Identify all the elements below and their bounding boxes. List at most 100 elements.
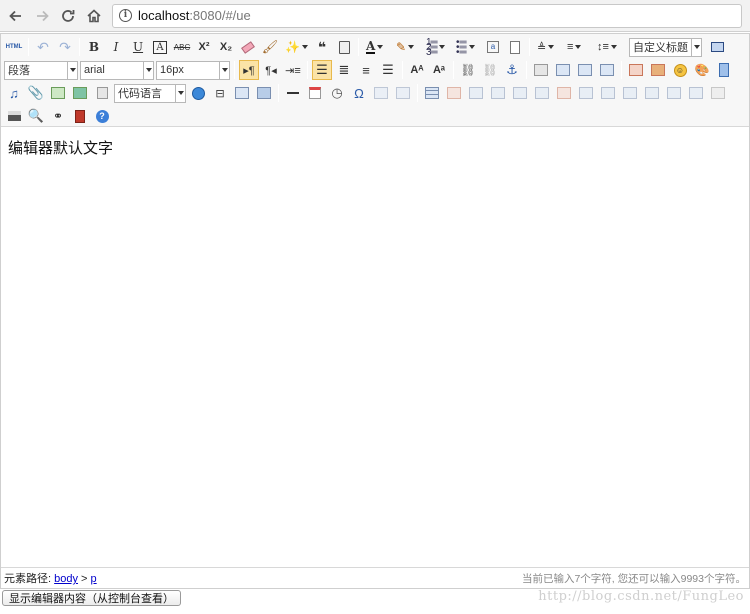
delete-col-button[interactable] xyxy=(554,83,574,103)
autotypeset-button[interactable]: ✨ xyxy=(282,37,310,57)
insert-col-button[interactable] xyxy=(532,83,552,103)
font-size-select[interactable]: 16px xyxy=(156,60,230,80)
preview-button[interactable] xyxy=(707,37,727,57)
backcolor-button[interactable]: ✎ xyxy=(393,37,421,57)
delete-row-button[interactable] xyxy=(510,83,530,103)
split-to-cells-button[interactable] xyxy=(642,83,662,103)
print-button[interactable] xyxy=(4,106,24,126)
image-center-button[interactable] xyxy=(597,60,617,80)
address-bar[interactable]: i localhost:8080/#/ue xyxy=(112,3,742,28)
select-all-button[interactable]: a xyxy=(483,37,503,57)
forecolor-button[interactable]: A xyxy=(363,37,391,57)
image-left-button[interactable] xyxy=(553,60,573,80)
eraser-button[interactable] xyxy=(238,37,258,57)
tolowercase-button[interactable]: Aᵃ xyxy=(429,60,449,80)
row-spacing-bottom-button[interactable]: ≡ xyxy=(564,37,592,57)
simple-upload-button[interactable] xyxy=(626,60,646,80)
insert-row-button[interactable] xyxy=(488,83,508,103)
webapp-button[interactable] xyxy=(92,83,112,103)
insert-frame-button[interactable] xyxy=(48,83,68,103)
font-color-icon: A xyxy=(366,38,376,54)
attachment-button[interactable]: 📎 xyxy=(26,83,46,103)
forward-button[interactable] xyxy=(30,4,54,28)
unordered-list-button[interactable]: •═ •═ •═ xyxy=(453,37,481,57)
scrawl-button[interactable]: 🎨 xyxy=(692,60,712,80)
custom-heading-select[interactable]: 自定义标题 xyxy=(629,37,702,57)
editor-content[interactable]: 编辑器默认文字 xyxy=(1,129,749,566)
paragraph-select[interactable]: 段落 xyxy=(4,60,78,80)
home-button[interactable] xyxy=(82,4,106,28)
code-language-select[interactable]: 代码语言 xyxy=(114,83,186,103)
special-chars-button[interactable]: Ω xyxy=(349,83,369,103)
anchor-button[interactable]: ⚓ xyxy=(502,60,522,80)
merge-cells-button[interactable] xyxy=(576,83,596,103)
link-button[interactable]: ⛓ xyxy=(458,60,478,80)
element-path-p-link[interactable]: p xyxy=(91,573,97,585)
image-none-button[interactable] xyxy=(531,60,551,80)
justify-right-button[interactable]: ≡ xyxy=(356,60,376,80)
emotion-button[interactable]: ☺ xyxy=(670,60,690,80)
underline-icon: U xyxy=(132,40,144,54)
word-count: 当前已输入7个字符, 您还可以输入9993个字符。 xyxy=(521,572,746,585)
direction-ltr-button[interactable]: ▸¶ xyxy=(239,60,259,80)
justify-left-button[interactable]: ☰ xyxy=(312,60,332,80)
justify-full-button[interactable]: ☰ xyxy=(378,60,398,80)
template-button[interactable] xyxy=(232,83,252,103)
ordered-list-button[interactable]: 1═ 2═ 3═ xyxy=(423,37,451,57)
bold-button[interactable]: B xyxy=(84,37,104,57)
wordimage-button[interactable] xyxy=(393,83,413,103)
justify-center-button[interactable]: ≣ xyxy=(334,60,354,80)
source-html-button[interactable]: HTML xyxy=(4,37,24,57)
row-spacing-bottom-icon: ≡ xyxy=(567,41,574,53)
date-button[interactable] xyxy=(305,83,325,103)
merge-down-button[interactable] xyxy=(620,83,640,103)
reload-button[interactable] xyxy=(56,4,80,28)
strikethrough-button[interactable]: ABC xyxy=(172,37,192,57)
unlink-button[interactable]: ⛓ xyxy=(480,60,500,80)
line-height-button[interactable]: ↕≡ xyxy=(594,37,622,57)
back-button[interactable] xyxy=(4,4,28,28)
toolbar-separator xyxy=(402,61,403,79)
fontborder-button[interactable]: A xyxy=(150,37,170,57)
background-button[interactable] xyxy=(254,83,274,103)
indent-button[interactable]: ⇥≡ xyxy=(283,60,303,80)
pagebreak-button[interactable]: ⊟ xyxy=(210,83,230,103)
undo-button[interactable]: ↶ xyxy=(33,37,53,57)
show-editor-content-button[interactable]: 显示编辑器内容（从控制台查看） xyxy=(2,590,181,606)
merge-right-button[interactable] xyxy=(598,83,618,103)
horizontal-rule-button[interactable] xyxy=(283,83,303,103)
superscript-button[interactable]: X² xyxy=(194,37,214,57)
help-button[interactable]: ? xyxy=(92,106,112,126)
split-to-cols-button[interactable] xyxy=(686,83,706,103)
music-button[interactable]: ♫ xyxy=(4,83,24,103)
info-icon[interactable]: i xyxy=(119,9,132,22)
insert-video-button[interactable] xyxy=(714,60,734,80)
search-replace-button[interactable]: ⚭ xyxy=(48,106,68,126)
split-to-rows-button[interactable] xyxy=(664,83,684,103)
font-family-select[interactable]: arial xyxy=(80,60,154,80)
drafts-button[interactable] xyxy=(70,106,90,126)
format-painter-button[interactable]: 🖌 xyxy=(260,37,280,57)
chart-button[interactable] xyxy=(708,83,728,103)
clear-doc-button[interactable] xyxy=(505,37,525,57)
underline-button[interactable]: U xyxy=(128,37,148,57)
blockquote-button[interactable]: ❝ xyxy=(312,37,332,57)
italic-button[interactable]: I xyxy=(106,37,126,57)
map-button[interactable] xyxy=(188,83,208,103)
redo-button[interactable]: ↷ xyxy=(55,37,75,57)
insert-image-button[interactable] xyxy=(648,60,668,80)
time-button[interactable]: ◷ xyxy=(327,83,347,103)
subscript-button[interactable]: X₂ xyxy=(216,37,236,57)
insert-table-button[interactable] xyxy=(422,83,442,103)
paste-plain-button[interactable] xyxy=(334,37,354,57)
row-spacing-top-button[interactable]: ≜ xyxy=(534,37,562,57)
direction-rtl-button[interactable]: ¶◂ xyxy=(261,60,281,80)
snapscreen-button[interactable] xyxy=(371,83,391,103)
insert-code-button[interactable] xyxy=(70,83,90,103)
print-preview-button[interactable]: 🔍 xyxy=(26,106,46,126)
touppercase-button[interactable]: Aᴬ xyxy=(407,60,427,80)
delete-table-button[interactable] xyxy=(444,83,464,103)
element-path-body-link[interactable]: body xyxy=(54,573,78,585)
insert-paragraph-before-table-button[interactable] xyxy=(466,83,486,103)
image-right-button[interactable] xyxy=(575,60,595,80)
